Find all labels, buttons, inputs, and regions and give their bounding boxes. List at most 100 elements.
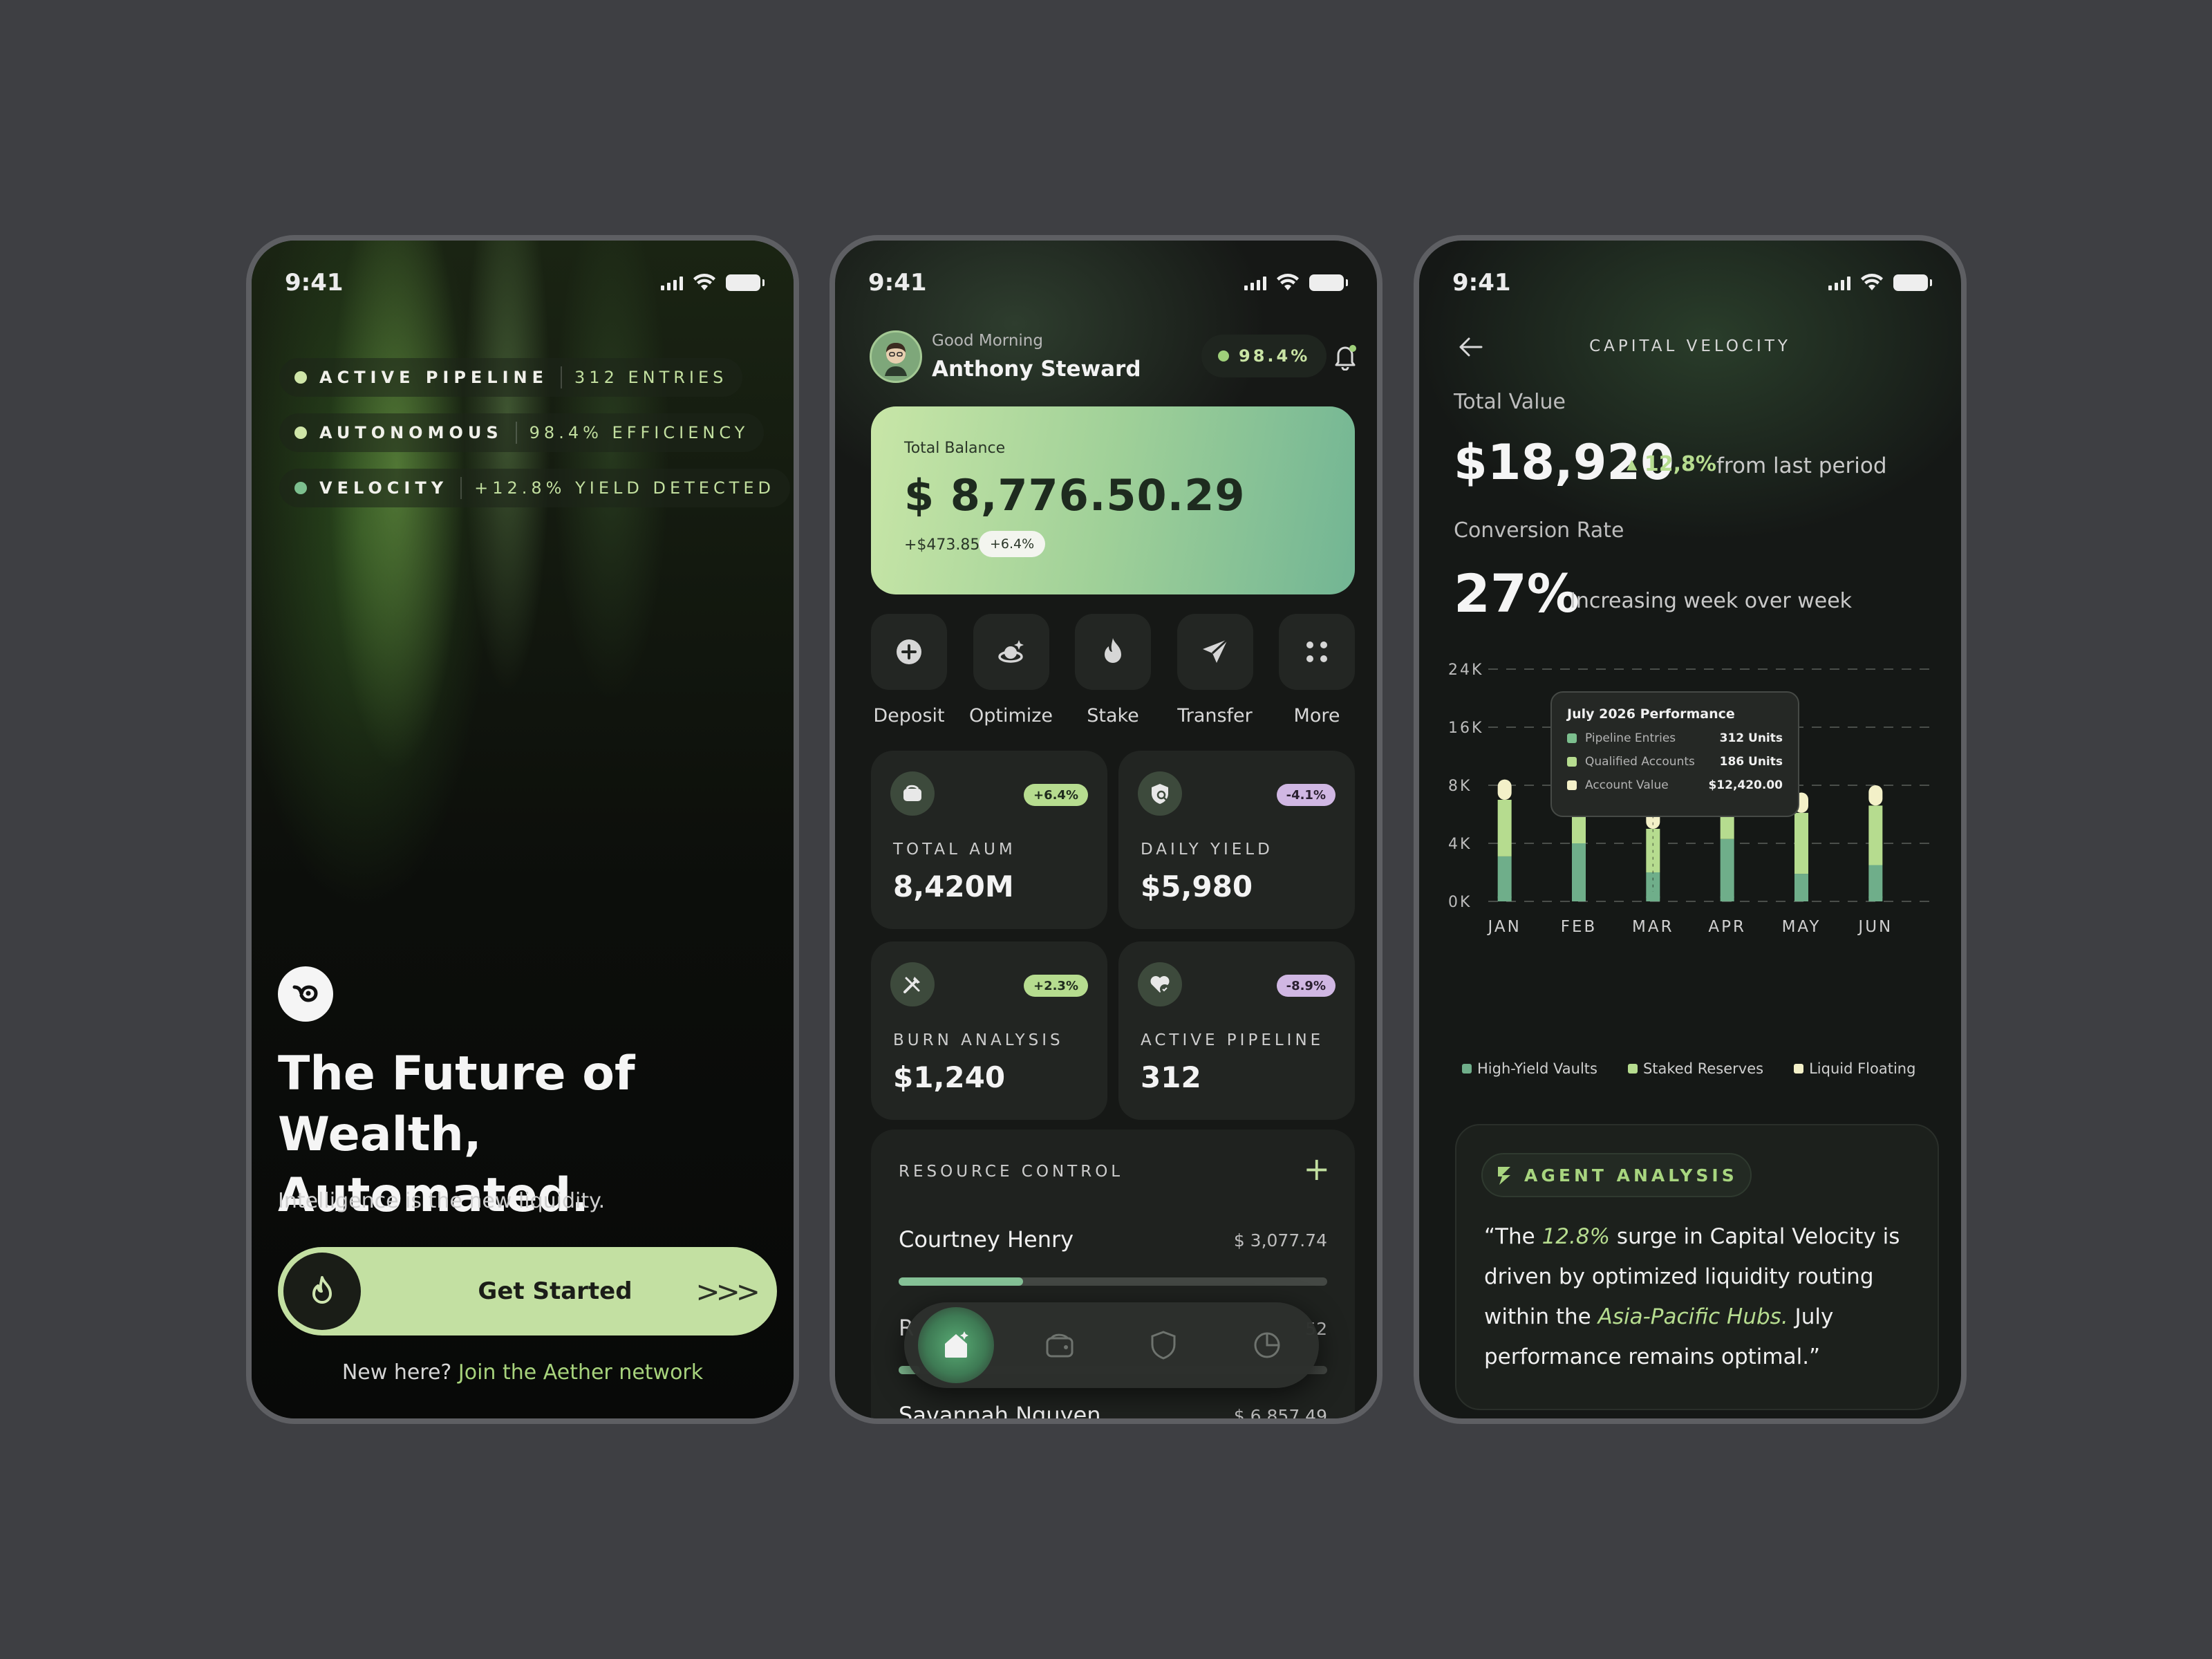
nav-wallet[interactable] (1022, 1307, 1098, 1383)
status-dot (1218, 350, 1229, 362)
brand-logo-icon (292, 985, 318, 1002)
quick-actions: Deposit Optimize Stake Transfer More (871, 614, 1355, 727)
signup-prefix: New here? (341, 1360, 452, 1385)
balance-value: $ 8,776.50.29 (904, 470, 1246, 521)
legend-label: Staked Reserves (1642, 1060, 1764, 1077)
agent-analysis-label: AGENT ANALYSIS (1524, 1165, 1738, 1185)
stat-card-burn-analysis[interactable]: +2.3% BURN ANALYSIS $1,240 (871, 941, 1107, 1120)
total-change-suffix: from last period (1716, 453, 1887, 478)
nav-shield[interactable] (1125, 1307, 1201, 1383)
wallet-icon (890, 771, 935, 816)
x-tick-label: FEB (1561, 918, 1597, 936)
stat-card-active-pipeline[interactable]: -8.9% ACTIVE PIPELINE 312 (1118, 941, 1355, 1120)
tag-velocity: VELOCITY +12.8% YIELD DETECTED (279, 469, 791, 507)
conversion-note: Increasing week over week (1570, 589, 1853, 613)
stat-card-daily-yield[interactable]: -4.1% DAILY YIELD $5,980 (1118, 751, 1355, 929)
resource-row[interactable]: Courtney Henry $ 3,077.74 (899, 1226, 1327, 1253)
efficiency-value: 98.4% (1239, 346, 1311, 366)
greeting: Good Morning (932, 332, 1043, 350)
battery-icon (1893, 274, 1932, 291)
bar-base (1794, 893, 1808, 901)
total-value-label: Total Value (1454, 390, 1566, 414)
bar-segment (1868, 805, 1883, 865)
change-badge: -4.1% (1276, 784, 1335, 806)
transfer-button[interactable]: Transfer (1177, 614, 1253, 727)
get-started-button[interactable]: Get Started >>> (278, 1247, 777, 1335)
resource-name: Courtney Henry (899, 1226, 1074, 1253)
bar-base (1497, 893, 1512, 901)
y-tick-label: 8K (1448, 778, 1472, 795)
resource-row[interactable]: Savannah Nguyen $ 6,857.49 (899, 1402, 1327, 1424)
stat-value: 8,420M (893, 870, 1014, 903)
resource-amount: $ 3,077.74 (1233, 1230, 1327, 1250)
onboarding-screen: 9:41 ACTIVE PIPELINE 312 ENTRIES AUTONOM… (246, 235, 799, 1424)
change-badge: +6.4% (1023, 784, 1088, 806)
quote-highlight: 12.8% (1541, 1224, 1611, 1249)
deposit-button[interactable]: Deposit (871, 614, 947, 727)
agent-analysis-card: AGENT ANALYSIS “The 12.8% surge in Capit… (1455, 1124, 1939, 1410)
status-bar: 9:41 (285, 265, 765, 300)
legend-label: High-Yield Vaults (1477, 1060, 1597, 1077)
stat-label: ACTIVE PIPELINE (1141, 1031, 1324, 1049)
battery-icon (1309, 274, 1348, 291)
notification-bell-icon[interactable] (1327, 339, 1363, 375)
legend-label: Liquid Floating (1809, 1060, 1916, 1077)
optimize-button[interactable]: Optimize (969, 614, 1053, 727)
tag-autonomous: AUTONOMOUS 98.4% EFFICIENCY (279, 413, 765, 452)
balance-card[interactable]: Total Balance $ 8,776.50.29 +$473.85 +6.… (871, 406, 1355, 594)
stat-value: $1,240 (893, 1060, 1006, 1094)
status-dot (294, 482, 307, 494)
tag-value: 98.4% EFFICIENCY (529, 423, 749, 442)
change-badge: -8.9% (1276, 975, 1335, 997)
plus-circle-icon (871, 614, 947, 690)
tooltip-title: July 2026 Performance (1567, 706, 1735, 722)
more-button[interactable]: More (1279, 614, 1355, 727)
tag-key: VELOCITY (319, 478, 449, 498)
add-resource-button[interactable]: + (1303, 1150, 1330, 1188)
agent-analysis-quote: “The 12.8% surge in Capital Velocity is … (1484, 1217, 1920, 1377)
stake-button[interactable]: Stake (1075, 614, 1151, 727)
bar-segment (1868, 785, 1883, 806)
bottom-nav (904, 1302, 1319, 1388)
divider (561, 366, 563, 388)
bar-segment (1497, 800, 1512, 856)
bar-segment (1794, 812, 1808, 874)
stat-card-total-aum[interactable]: +6.4% TOTAL AUM 8,420M (871, 751, 1107, 929)
tag-value: +12.8% YIELD DETECTED (474, 478, 776, 498)
get-started-label: Get Started (478, 1277, 632, 1305)
tag-active-pipeline: ACTIVE PIPELINE 312 ENTRIES (279, 358, 743, 397)
tag-key: ACTIVE PIPELINE (319, 368, 549, 387)
resource-title: RESOURCE CONTROL (899, 1163, 1124, 1181)
bar-segment (1572, 843, 1586, 901)
pie-chart-icon (1254, 1332, 1280, 1358)
bar-base (1868, 893, 1883, 901)
total-change: ▲ 12,8% (1627, 452, 1716, 476)
action-label: Deposit (873, 705, 945, 727)
shield-search-icon (1138, 771, 1182, 816)
status-time: 9:41 (868, 269, 927, 297)
stat-value: 312 (1141, 1060, 1201, 1094)
status-time: 9:41 (1452, 269, 1511, 297)
lightning-icon (1498, 1167, 1510, 1185)
avatar[interactable] (870, 330, 922, 383)
bar-segment (1720, 838, 1734, 901)
stat-label: BURN ANALYSIS (893, 1031, 1064, 1049)
shield-icon (1151, 1331, 1176, 1360)
nav-analytics[interactable] (1229, 1307, 1305, 1383)
tooltip-value: 312 Units (1719, 731, 1783, 745)
join-network-link[interactable]: Join the Aether network (458, 1360, 703, 1385)
wifi-icon (1861, 274, 1883, 290)
tooltip-row: Qualified Accounts 186 Units (1567, 755, 1783, 769)
action-label: Stake (1087, 705, 1139, 727)
wallet-icon (1046, 1333, 1074, 1358)
nav-home[interactable] (918, 1307, 994, 1383)
y-tick-label: 16K (1448, 720, 1483, 737)
legend-swatch (1794, 1064, 1804, 1074)
conversion-value: 27% (1454, 563, 1580, 624)
home-icon (945, 1331, 968, 1358)
tooltip-label: Account Value (1585, 778, 1669, 792)
subtitle: Intelligence is the new liquidity. (278, 1189, 606, 1213)
quote-highlight: Asia-Pacific Hubs. (1597, 1304, 1788, 1329)
optimize-icon (973, 614, 1049, 690)
resource-amount: $ 6,857.49 (1233, 1406, 1327, 1424)
